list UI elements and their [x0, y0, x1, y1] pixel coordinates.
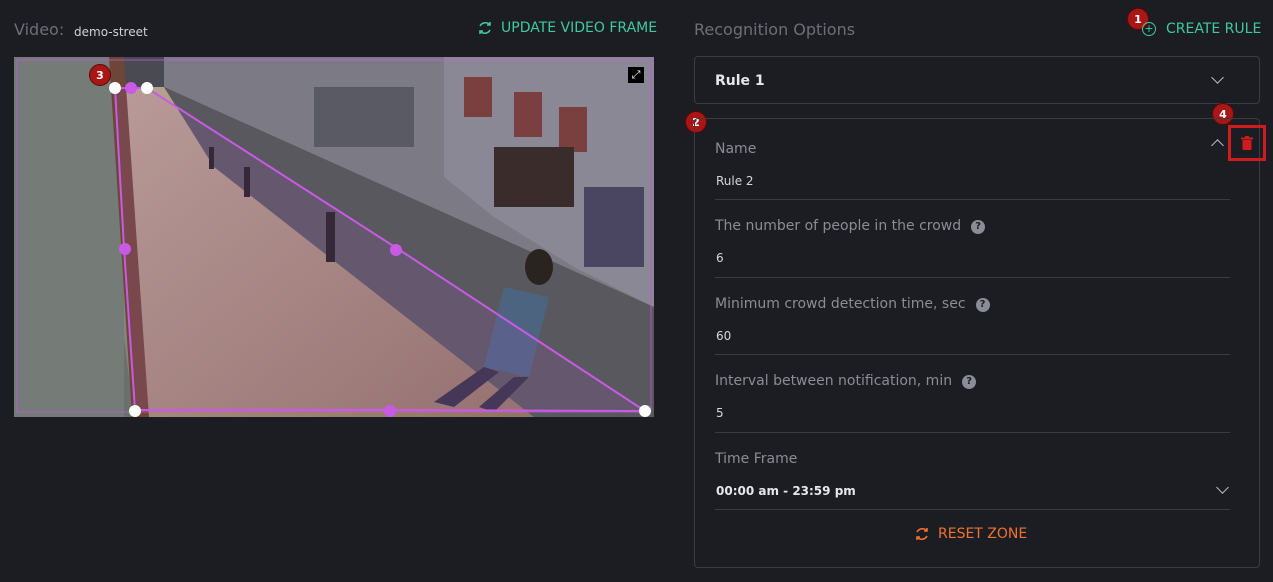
zone-handle[interactable]	[390, 244, 402, 256]
divider	[715, 354, 1230, 355]
plus-circle-icon: +	[1142, 22, 1156, 36]
name-input[interactable]: Rule 2	[716, 174, 754, 188]
people-count-label-text: The number of people in the crowd	[715, 218, 962, 234]
zone-handle[interactable]	[639, 405, 651, 417]
zone-handle[interactable]	[109, 82, 121, 94]
divider	[715, 277, 1230, 278]
rule-1-title: Rule 1	[715, 73, 765, 89]
time-frame-select[interactable]: 00:00 am - 23:59 pm	[716, 484, 856, 498]
rule-1-accordion[interactable]: Rule 1	[694, 56, 1260, 104]
people-count-input[interactable]: 6	[716, 251, 724, 265]
video-label: Video:	[14, 20, 65, 39]
zone-handle[interactable]	[129, 405, 141, 417]
zone-handle[interactable]	[141, 82, 153, 94]
help-icon[interactable]: ?	[975, 298, 990, 312]
notification-interval-label: Interval between notification, min?	[715, 373, 977, 389]
divider	[715, 199, 1230, 200]
zone-handle[interactable]	[384, 405, 396, 417]
delete-rule-button[interactable]	[1228, 125, 1266, 161]
street-scene-image	[14, 57, 654, 417]
create-rule-label: CREATE RULE	[1166, 21, 1262, 37]
notification-interval-label-text: Interval between notification, min	[715, 373, 953, 389]
refresh-icon	[916, 527, 928, 541]
video-frame[interactable]: ⤢	[14, 57, 654, 417]
people-count-label: The number of people in the crowd?	[715, 218, 986, 234]
reset-zone-label: RESET ZONE	[938, 526, 1028, 542]
video-name: demo-street	[74, 25, 148, 39]
zone-handle[interactable]	[119, 243, 131, 255]
name-label: Name	[715, 141, 757, 157]
recognition-options-title: Recognition Options	[694, 20, 856, 39]
chevron-down-icon	[1211, 71, 1224, 84]
marker-3: 3	[89, 64, 111, 86]
expand-icon[interactable]: ⤢	[628, 67, 644, 83]
rule-2-panel: Name Rule 2 The number of people in the …	[694, 118, 1260, 568]
chevron-down-icon[interactable]	[1216, 481, 1229, 494]
divider	[715, 432, 1230, 433]
chevron-up-icon[interactable]	[1211, 139, 1224, 152]
help-icon[interactable]: ?	[962, 375, 977, 389]
zone-handle[interactable]	[125, 82, 137, 94]
min-detection-time-input[interactable]: 60	[716, 329, 731, 343]
min-detection-time-label: Minimum crowd detection time, sec?	[715, 296, 990, 312]
min-detection-time-label-text: Minimum crowd detection time, sec	[715, 296, 966, 312]
notification-interval-input[interactable]: 5	[716, 406, 724, 420]
trash-icon	[1241, 136, 1253, 150]
update-video-frame-label: UPDATE VIDEO FRAME	[501, 20, 658, 36]
help-icon[interactable]: ?	[971, 220, 986, 234]
update-video-frame-button[interactable]: UPDATE VIDEO FRAME	[477, 20, 657, 36]
create-rule-button[interactable]: + CREATE RULE	[1142, 21, 1261, 37]
divider	[715, 509, 1230, 510]
time-frame-label: Time Frame	[715, 451, 798, 467]
reset-zone-button[interactable]: RESET ZONE	[914, 526, 1027, 542]
refresh-icon	[479, 21, 491, 35]
